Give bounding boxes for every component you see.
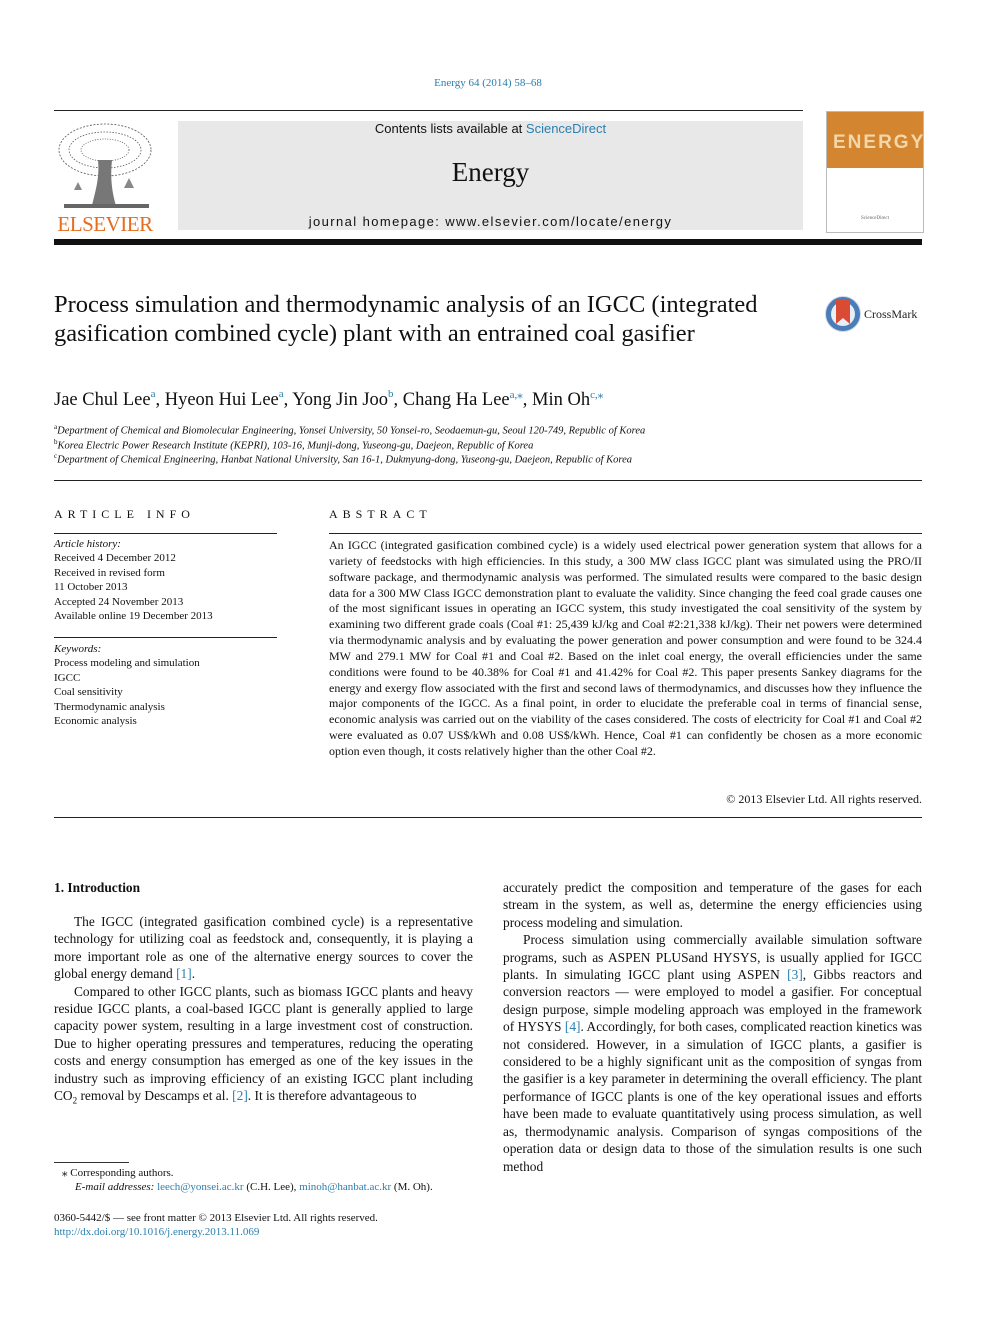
crossmark-label: CrossMark [864, 307, 918, 321]
paragraph-text: The IGCC (integrated gasification combin… [54, 914, 473, 982]
abstract-rule [329, 533, 922, 534]
keyword: Process modeling and simulation [54, 657, 200, 670]
author-affiliation-marker[interactable]: a [279, 388, 284, 400]
affiliation-text: Department of Chemical and Biomolecular … [57, 425, 646, 437]
keywords-list: Keywords: Process modeling and simulatio… [54, 642, 277, 728]
affiliation: cDepartment of Chemical Engineering, Han… [54, 452, 914, 466]
paragraph: Compared to other IGCC plants, such as b… [54, 983, 473, 1111]
author-name: Jae Chul Lee [54, 390, 151, 410]
article-history: Article history: Received 4 December 201… [54, 537, 277, 623]
affiliation-text: Korea Electric Power Research Institute … [57, 440, 534, 452]
author-affiliation-marker[interactable]: b [388, 388, 394, 400]
paragraph-text: . It is therefore advantageous to [247, 1088, 417, 1104]
article-title: Process simulation and thermodynamic ana… [54, 291, 758, 347]
email-owner: (C.H. Lee), [243, 1181, 300, 1193]
keyword: Coal sensitivity [54, 686, 123, 699]
keyword: IGCC [54, 671, 81, 684]
journal-cover-thumbnail[interactable]: ENERGY ScienceDirect [826, 111, 924, 233]
contents-prefix: Contents lists available at [374, 121, 526, 136]
paragraph: Process simulation using commercially av… [503, 931, 922, 1175]
abstract-text: An IGCC (integrated gasification combine… [329, 538, 922, 758]
paragraph-text: removal by Descamps et al. [77, 1088, 233, 1104]
author-name: Chang Ha Lee [402, 390, 510, 410]
doi-link[interactable]: http://dx.doi.org/10.1016/j.energy.2013.… [54, 1226, 259, 1238]
paragraph-text: . [191, 966, 196, 982]
cover-title: ENERGY [833, 132, 924, 153]
journal-reference-link[interactable]: Energy 64 (2014) 58–68 [0, 77, 976, 89]
elsevier-wordmark: ELSEVIER [57, 212, 153, 236]
journal-name: Energy [451, 157, 530, 187]
introduction-heading: 1. Introduction [54, 880, 141, 895]
footnote-rule [54, 1162, 129, 1163]
paragraph-text: Compared to other IGCC plants, such as b… [54, 983, 473, 1104]
header-top-rule [54, 110, 803, 111]
contents-line: Contents lists available at ScienceDirec… [178, 121, 803, 136]
email-label: E-mail addresses: [75, 1181, 155, 1193]
crossmark-badge[interactable]: CrossMark [825, 296, 925, 336]
author-affiliation-marker[interactable]: c,⁎ [590, 389, 603, 401]
crossmark-icon [825, 296, 861, 332]
affiliation: aDepartment of Chemical and Biomolecular… [54, 423, 914, 437]
author-affiliation-marker[interactable]: a [151, 388, 156, 400]
affiliation: bKorea Electric Power Research Institute… [54, 438, 914, 452]
keyword: Thermodynamic analysis [54, 700, 165, 713]
citation-link[interactable]: [2] [232, 1088, 248, 1103]
keywords-rule [54, 637, 277, 638]
body-right-column: accurately predict the composition and t… [503, 879, 922, 1175]
cover-publisher: ScienceDirect [860, 216, 890, 221]
article-info-rule [54, 533, 277, 534]
journal-homepage[interactable]: journal homepage: www.elsevier.com/locat… [178, 214, 803, 229]
paragraph-text: . Accordingly, for both cases, complicat… [503, 1019, 922, 1174]
author-name: Yong Jin Joo [292, 390, 389, 410]
email-link[interactable]: minoh@hanbat.ac.kr [299, 1181, 391, 1193]
section-divider [54, 480, 922, 481]
email-owner: (M. Oh). [391, 1181, 433, 1193]
email-addresses: E-mail addresses: leech@yonsei.ac.kr (C.… [75, 1181, 433, 1193]
citation-link[interactable]: [1] [176, 966, 192, 981]
citation-link[interactable]: [3] [787, 967, 803, 982]
citation-link[interactable]: [4] [565, 1019, 581, 1034]
history-item: 11 October 2013 [54, 581, 128, 594]
author-name: Min Oh [532, 390, 591, 410]
body-left-column: The IGCC (integrated gasification combin… [54, 913, 473, 1110]
abstract-heading: ABSTRACT [329, 507, 432, 521]
sciencedirect-link[interactable]: ScienceDirect [526, 121, 606, 136]
author-list: Jae Chul Leea, Hyeon Hui Leea, Yong Jin … [54, 388, 604, 410]
history-item: Accepted 24 November 2013 [54, 595, 184, 608]
issn-line: 0360-5442/$ — see front matter © 2013 El… [54, 1212, 378, 1224]
article-history-label: Article history: [54, 538, 121, 550]
abstract-copyright: © 2013 Elsevier Ltd. All rights reserved… [726, 792, 922, 806]
corresponding-authors-note: ⁎ Corresponding authors. [62, 1167, 174, 1179]
email-link[interactable]: leech@yonsei.ac.kr [157, 1181, 243, 1193]
header-thick-rule [54, 239, 922, 245]
affiliation-text: Department of Chemical Engineering, Hanb… [57, 454, 633, 466]
paragraph: accurately predict the composition and t… [503, 880, 922, 930]
keyword: Economic analysis [54, 715, 137, 728]
history-item: Available online 19 December 2013 [54, 610, 213, 623]
author-affiliation-marker[interactable]: a,⁎ [510, 389, 523, 401]
history-item: Received 4 December 2012 [54, 552, 176, 565]
author-name: Hyeon Hui Lee [164, 390, 279, 410]
paragraph: The IGCC (integrated gasification combin… [54, 913, 473, 983]
section-divider [54, 817, 922, 818]
history-item: Received in revised form [54, 566, 165, 579]
keywords-label: Keywords: [54, 643, 102, 655]
article-info-heading: ARTICLE INFO [54, 507, 195, 521]
